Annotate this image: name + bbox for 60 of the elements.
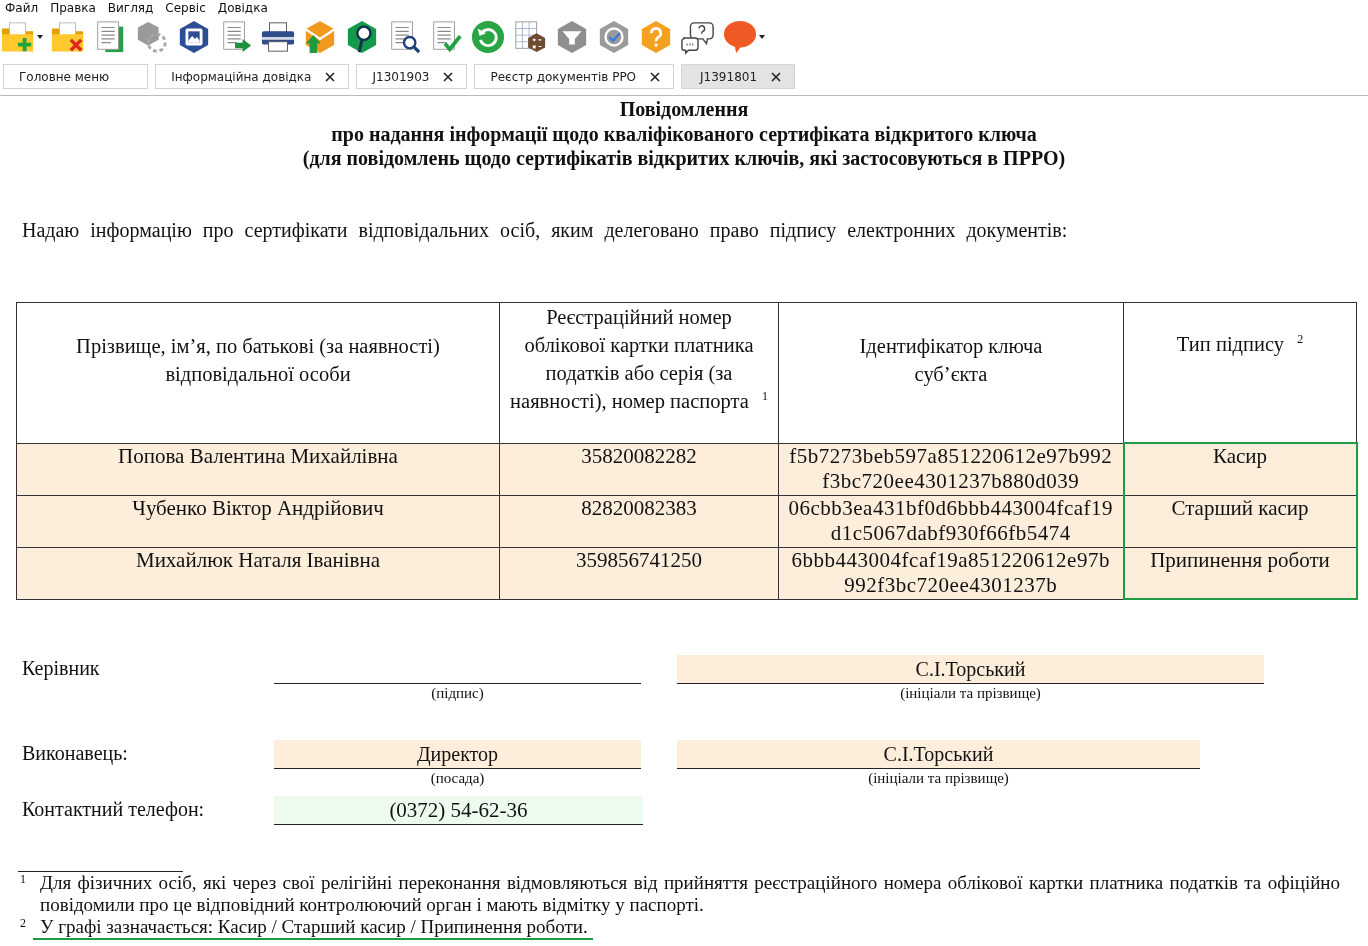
menu-item[interactable]: Вигляд <box>107 0 154 16</box>
close-icon[interactable] <box>325 71 336 82</box>
chat-question-icon[interactable] <box>681 19 715 55</box>
hexagon-upload-icon[interactable] <box>303 19 337 55</box>
table-cell: Припинення роботи <box>1123 547 1357 599</box>
table-cell: Михайлюк Наталя Іванівна <box>16 547 500 599</box>
table-cell: 6bbb443004fcaf19a851220612e97b992f3bc720ee4301237b <box>778 547 1124 599</box>
hexagon-image-icon[interactable] <box>177 19 211 55</box>
title-line: про надання інформації щодо кваліфікованого сертифіката відкритого ключа <box>330 121 1038 146</box>
hexagon-check-icon[interactable] <box>597 19 631 55</box>
table-cell: 35820082282 <box>499 443 779 495</box>
table-cell: Чубенко Віктор Андрійович <box>16 495 500 547</box>
table-cell: Старший касир <box>1123 495 1357 547</box>
footnote-text: Для фізичних осіб, які через свої релігійні переконання відмовляються від прийняття реєстраційного номера облікової картки платника податків та офіційно повідомили про це відповідний контролюючий орган і мають відмітку у паспорті. <box>39 872 1341 916</box>
field-label: Виконавець: <box>22 741 129 767</box>
title-line: (для повідомлень щодо сертифікатів відкритих ключів, які застосовуються в ПРРО) <box>301 146 1067 171</box>
footnote-text: У графі зазначається: Касир / Старший касир / Припинення роботи. <box>33 916 593 940</box>
caret-icon[interactable] <box>37 35 43 39</box>
column-header: Прізвище, ім’я, по батькові (за наявності) відповідальної особи <box>16 302 500 443</box>
text-field[interactable]: (0372) 54-62-36 <box>274 796 643 825</box>
title-line: Повідомлення <box>618 97 750 122</box>
tab[interactable]: J1301903 <box>356 64 468 89</box>
close-icon[interactable] <box>443 71 454 82</box>
intro-text: Надаю інформацію про сертифікати відповідальних осіб, яким делеговано право підпису електронних документів: <box>22 217 1069 242</box>
table-cell: Касир <box>1123 443 1357 495</box>
footnote-mark: 2 <box>20 916 27 930</box>
tab[interactable]: Головне меню <box>3 64 149 89</box>
field-label: Контактний телефон: <box>22 797 206 823</box>
text-field[interactable]: С.І.Торський <box>677 740 1200 769</box>
menu-item[interactable]: Файл <box>5 0 39 16</box>
field-caption: (підпис) <box>430 684 485 702</box>
refresh-icon[interactable] <box>471 19 505 55</box>
menu-item[interactable]: Довідка <box>217 0 268 16</box>
table-cell: f5b7273beb597a851220612e97b992f3bc720ee4301237b880d039 <box>778 443 1124 495</box>
table-cell: 82820082383 <box>499 495 779 547</box>
text-field[interactable]: Директор <box>274 740 641 769</box>
menu-item[interactable]: Сервіс <box>165 0 206 16</box>
table-cell: Попова Валентина Михайлівна <box>16 443 500 495</box>
tab[interactable]: J1391801 <box>681 64 796 89</box>
caret-icon[interactable] <box>759 35 765 39</box>
hexagon-funnel-icon[interactable] <box>555 19 589 55</box>
hexagon-ring-icon[interactable] <box>135 19 169 55</box>
tab[interactable]: Реєстр документів РРО <box>474 64 675 89</box>
field-caption: (ініціали та прізвище) <box>867 769 1010 787</box>
field-label: Керівник <box>22 656 101 682</box>
column-header: Ідентифікатор ключа суб’єкта <box>778 302 1124 443</box>
text-field[interactable]: С.І.Торський <box>677 655 1264 684</box>
printer-icon[interactable] <box>261 19 295 55</box>
hexagon-search-icon[interactable] <box>345 19 379 55</box>
field-caption: (посада) <box>429 769 486 787</box>
field-caption: (ініціали та прізвище) <box>899 684 1042 702</box>
menu-item[interactable]: Правка <box>50 0 96 16</box>
close-icon[interactable] <box>771 71 782 82</box>
table-cell: 06cbb3ea431bf0d6bbb443004fcaf19d1c5067dabf930f66fb5474 <box>778 495 1124 547</box>
column-header: Реєстраційний номер облікової картки платника податків або серія (за наявності), номер паспорта $^{1}$ <box>499 302 779 443</box>
footnote-mark: 1 <box>20 872 27 886</box>
tab[interactable]: Інформаційна довідка <box>155 64 350 89</box>
close-icon[interactable] <box>650 71 661 82</box>
table-cell: 359856741250 <box>499 547 779 599</box>
table-calculator-icon[interactable] <box>513 19 547 55</box>
